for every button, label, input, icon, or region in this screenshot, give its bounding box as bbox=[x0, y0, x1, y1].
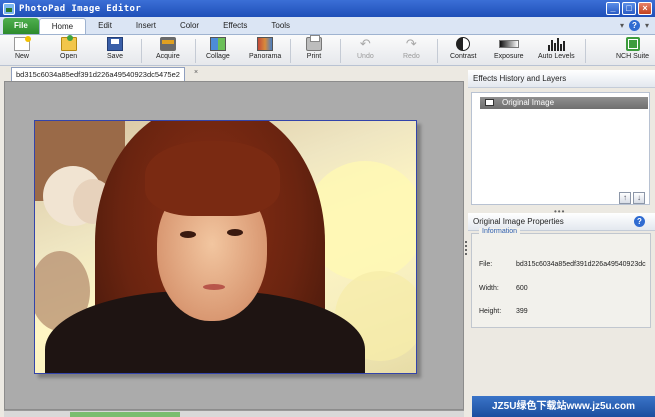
help-dropdown-icon[interactable]: ▾ bbox=[645, 21, 649, 30]
help-icon[interactable]: ? bbox=[634, 216, 645, 227]
history-item[interactable]: Original Image bbox=[480, 97, 648, 109]
toolbar-separator bbox=[585, 39, 586, 63]
redo-icon: ↷ bbox=[405, 36, 417, 51]
panorama-button[interactable]: Panorama bbox=[249, 37, 281, 65]
width-value: 600 bbox=[516, 285, 528, 292]
history-arrows: ↑ ↓ bbox=[619, 192, 645, 204]
new-label: New bbox=[14, 53, 29, 60]
toolbar-separator bbox=[195, 39, 196, 63]
ribbon-right-controls: ▾ ? ▾ bbox=[620, 20, 649, 31]
tab-insert[interactable]: Insert bbox=[124, 18, 168, 34]
window-title: PhotoPad Image Editor bbox=[19, 3, 142, 14]
layer-icon bbox=[485, 99, 494, 106]
auto-levels-button[interactable]: Auto Levels bbox=[538, 37, 575, 65]
maximize-icon[interactable]: □ bbox=[622, 2, 636, 15]
splitter-grip-icon[interactable] bbox=[465, 241, 467, 255]
print-icon bbox=[306, 35, 322, 51]
right-panel: Effects History and Layers Original Imag… bbox=[468, 66, 655, 417]
toolbar-separator bbox=[437, 39, 438, 63]
document-tab[interactable]: bd315c6034a85edf391d226a49540923dc5475e2 bbox=[11, 67, 185, 81]
image-canvas[interactable] bbox=[4, 81, 464, 410]
open-label: Open bbox=[60, 53, 78, 60]
history-panel-title: Effects History and Layers bbox=[468, 70, 655, 88]
toolbar-separator bbox=[141, 39, 142, 63]
print-label: Print bbox=[306, 53, 322, 60]
new-button[interactable]: New bbox=[14, 36, 31, 65]
undo-label: Undo bbox=[357, 53, 374, 60]
horizontal-scrollbar[interactable] bbox=[4, 410, 464, 417]
tab-file[interactable]: File bbox=[3, 18, 39, 34]
open-button[interactable]: Open bbox=[60, 35, 78, 65]
app-icon[interactable] bbox=[3, 2, 15, 15]
save-button[interactable]: Save bbox=[107, 37, 123, 65]
move-down-icon[interactable]: ↓ bbox=[633, 192, 645, 204]
move-up-icon[interactable]: ↑ bbox=[619, 192, 631, 204]
file-label: File: bbox=[479, 261, 493, 268]
collage-button[interactable]: Collage bbox=[206, 37, 230, 65]
contrast-icon bbox=[456, 37, 471, 51]
tab-edit[interactable]: Edit bbox=[86, 18, 124, 34]
panorama-icon bbox=[257, 37, 274, 51]
edited-photo[interactable] bbox=[34, 120, 417, 374]
toolbar: New Open Save Acquire Collage Panorama P… bbox=[0, 35, 655, 66]
contrast-button[interactable]: Contrast bbox=[450, 37, 476, 65]
close-icon[interactable]: × bbox=[638, 2, 652, 15]
collage-icon bbox=[209, 37, 226, 51]
tab-home[interactable]: Home bbox=[38, 18, 87, 34]
ribbon-tabs: File Home Edit Insert Color Effects Tool… bbox=[0, 17, 655, 35]
window-controls: _ □ × bbox=[606, 2, 652, 15]
properties-panel-title: Original Image Properties bbox=[473, 217, 564, 226]
nch-suite-label: NCH Suite bbox=[616, 53, 650, 60]
toolbar-separator bbox=[340, 39, 341, 63]
acquire-icon bbox=[159, 37, 176, 51]
help-icon[interactable]: ? bbox=[628, 20, 640, 31]
width-label: Width: bbox=[479, 285, 499, 292]
print-button[interactable]: Print bbox=[306, 35, 322, 65]
auto-levels-icon bbox=[547, 37, 566, 51]
redo-button[interactable]: ↷ Redo bbox=[403, 37, 420, 65]
panorama-label: Panorama bbox=[249, 53, 282, 60]
nch-suite-button[interactable]: NCH Suite bbox=[616, 37, 649, 65]
auto-levels-label: Auto Levels bbox=[538, 53, 575, 60]
contrast-label: Contrast bbox=[450, 53, 477, 60]
information-group: Information File: bd315c6034a85edf391d22… bbox=[471, 228, 651, 328]
tab-color[interactable]: Color bbox=[168, 18, 211, 34]
tab-tools[interactable]: Tools bbox=[259, 18, 302, 34]
file-value: bd315c6034a85edf391d226a49540923dc bbox=[516, 261, 646, 268]
undo-button[interactable]: ↶ Undo bbox=[357, 37, 374, 65]
toolbar-separator bbox=[290, 39, 291, 63]
exposure-icon bbox=[498, 40, 519, 48]
ribbon-dropdown-icon[interactable]: ▾ bbox=[620, 21, 624, 30]
open-icon bbox=[60, 35, 77, 51]
minimize-icon[interactable]: _ bbox=[606, 2, 620, 15]
new-icon bbox=[14, 36, 31, 51]
exposure-label: Exposure bbox=[494, 53, 524, 60]
height-label: Height: bbox=[479, 308, 502, 315]
scrollbar-thumb[interactable] bbox=[70, 412, 180, 417]
height-value: 399 bbox=[516, 308, 528, 315]
document-tabs: bd315c6034a85edf391d226a49540923dc5475e2… bbox=[0, 66, 467, 81]
close-document-icon[interactable]: × bbox=[194, 69, 201, 77]
save-label: Save bbox=[107, 53, 123, 60]
history-item-label: Original Image bbox=[502, 98, 555, 107]
nch-suite-icon bbox=[625, 37, 640, 51]
collage-label: Collage bbox=[206, 53, 230, 60]
save-icon bbox=[107, 37, 123, 51]
acquire-label: Acquire bbox=[156, 53, 180, 60]
undo-icon: ↶ bbox=[359, 36, 371, 51]
title-bar: PhotoPad Image Editor _ □ × bbox=[0, 0, 655, 17]
redo-label: Redo bbox=[403, 53, 420, 60]
watermark: JZ5U绿色下载站www.jz5u.com bbox=[472, 396, 655, 417]
acquire-button[interactable]: Acquire bbox=[156, 37, 180, 65]
tab-effects[interactable]: Effects bbox=[211, 18, 259, 34]
history-list: Original Image bbox=[471, 92, 650, 205]
information-legend: Information bbox=[479, 228, 521, 235]
exposure-button[interactable]: Exposure bbox=[494, 37, 524, 65]
